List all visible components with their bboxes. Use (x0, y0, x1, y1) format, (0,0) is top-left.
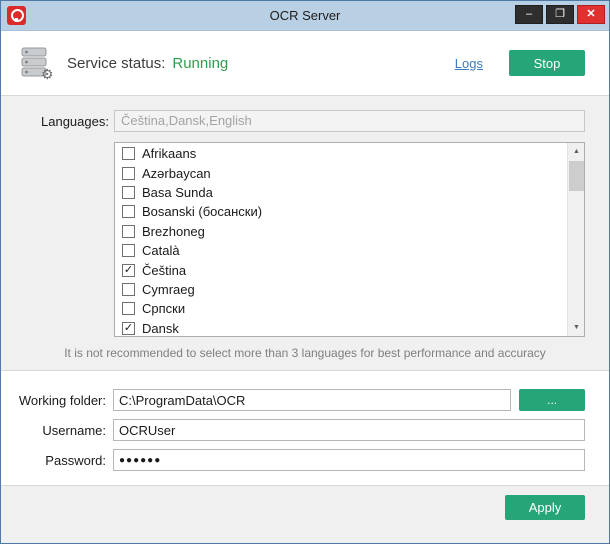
maximize-button[interactable]: ❐ (546, 5, 574, 24)
listbox-scrollbar[interactable]: ▲ ▼ (567, 143, 584, 336)
language-listbox: Afrikaans Azərbaycan Basa Sunda Bosanski (б… (114, 142, 585, 337)
username-input[interactable] (113, 419, 585, 441)
settings-form: Working folder: ... Username: Password: (1, 371, 609, 485)
scroll-up-arrow-icon[interactable]: ▲ (568, 143, 585, 160)
language-list-item[interactable]: ✓ Čeština (115, 260, 567, 279)
language-list-item[interactable]: Српски (115, 299, 567, 318)
language-checkbox[interactable] (122, 244, 135, 257)
ocr-server-window: OCR Server – ❐ ✕ ⚙ Service status: Runni… (0, 0, 610, 544)
browse-button[interactable]: ... (519, 389, 585, 411)
language-label: Cymraeg (142, 282, 195, 297)
language-list-item[interactable]: Afrikaans (115, 144, 567, 163)
language-label: Čeština (142, 263, 186, 278)
language-checkbox[interactable]: ✓ (122, 322, 135, 335)
password-input[interactable] (113, 449, 585, 471)
language-checkbox[interactable] (122, 302, 135, 315)
language-label: Basa Sunda (142, 185, 213, 200)
languages-summary-field: Čeština,Dansk,English (114, 110, 585, 132)
language-label: Dansk (142, 321, 179, 336)
working-folder-input[interactable] (113, 389, 511, 411)
language-checkbox[interactable] (122, 167, 135, 180)
language-list-item[interactable]: Català (115, 241, 567, 260)
languages-row: Languages: Čeština,Dansk,English (1, 110, 609, 132)
server-icon: ⚙ (19, 46, 55, 80)
language-label: Bosanski (босански) (142, 204, 262, 219)
languages-label: Languages: (41, 114, 107, 129)
language-list-item[interactable]: ✓ Dansk (115, 319, 567, 336)
scroll-down-arrow-icon[interactable]: ▼ (568, 319, 585, 336)
service-status-value: Running (172, 55, 228, 72)
service-status-label: Service status: (67, 55, 165, 72)
languages-panel: Languages: Čeština,Dansk,English Afrikaa… (1, 95, 609, 371)
language-checkbox[interactable] (122, 225, 135, 238)
svg-text:⚙: ⚙ (41, 66, 54, 80)
language-list: Afrikaans Azərbaycan Basa Sunda Bosanski (б… (115, 144, 567, 336)
working-folder-label: Working folder: (1, 393, 106, 408)
language-list-item[interactable]: Bosanski (босански) (115, 202, 567, 221)
window-controls: – ❐ ✕ (515, 5, 605, 24)
language-list-item[interactable]: Cymraeg (115, 280, 567, 299)
password-row: Password: (1, 449, 585, 471)
language-list-item[interactable]: Azərbaycan (115, 163, 567, 182)
logs-link[interactable]: Logs (455, 56, 483, 71)
password-label: Password: (1, 453, 106, 468)
language-label: Brezhoneg (142, 224, 205, 239)
language-list-item[interactable]: Brezhoneg (115, 222, 567, 241)
language-label: Català (142, 243, 180, 258)
scrollbar-thumb[interactable] (569, 161, 584, 191)
language-label: Српски (142, 301, 185, 316)
language-label: Afrikaans (142, 146, 196, 161)
stop-button[interactable]: Stop (509, 50, 585, 76)
working-folder-row: Working folder: ... (1, 389, 585, 411)
language-list-item[interactable]: Basa Sunda (115, 183, 567, 202)
language-checkbox[interactable]: ✓ (122, 264, 135, 277)
language-checkbox[interactable] (122, 147, 135, 160)
service-status-bar: ⚙ Service status: Running Logs Stop (1, 31, 609, 95)
apply-button[interactable]: Apply (505, 495, 585, 520)
language-checkbox[interactable] (122, 205, 135, 218)
close-button[interactable]: ✕ (577, 5, 605, 24)
languages-hint-text: It is not recommended to select more tha… (1, 346, 609, 360)
language-label: Azərbaycan (142, 166, 211, 181)
footer-bar: Apply (1, 485, 609, 543)
language-checkbox[interactable] (122, 283, 135, 296)
language-checkbox[interactable] (122, 186, 135, 199)
username-row: Username: (1, 419, 585, 441)
titlebar: OCR Server – ❐ ✕ (1, 1, 609, 31)
minimize-button[interactable]: – (515, 5, 543, 24)
username-label: Username: (1, 423, 106, 438)
